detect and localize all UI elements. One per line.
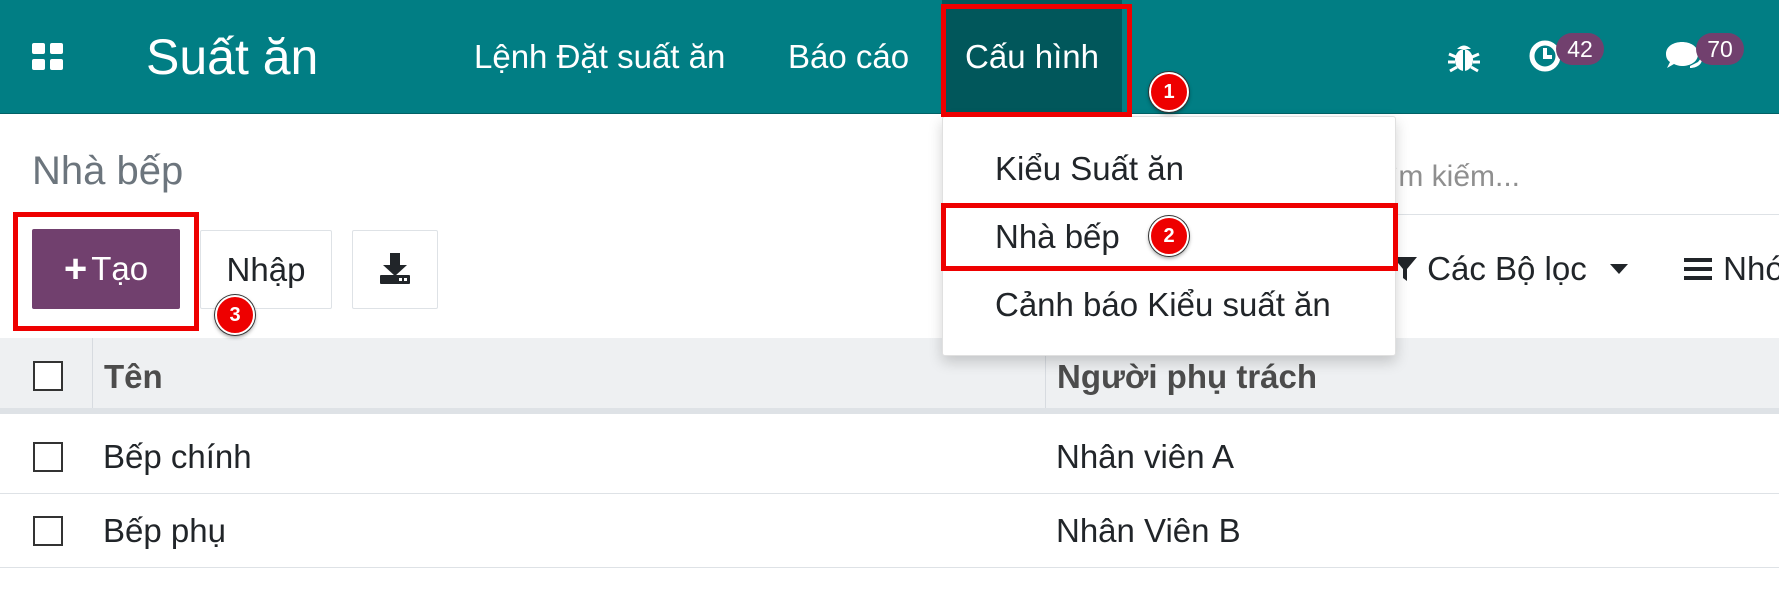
group-by-label: Nhó	[1723, 250, 1779, 287]
app-title: Suất ăn	[146, 29, 319, 85]
create-button-label: Tạo	[91, 249, 149, 287]
create-button[interactable]: + Tạo	[32, 229, 180, 309]
top-navbar: Suất ăn Lệnh Đặt suất ăn Báo cáo Cấu hìn…	[0, 0, 1779, 114]
page-title: Nhà bếp	[32, 149, 184, 193]
table-header	[0, 338, 1779, 414]
step-marker-3: 3	[215, 295, 255, 335]
menu-reports[interactable]: Báo cáo	[788, 0, 909, 113]
cell-name: Bếp phụ	[103, 512, 226, 549]
messages-count-badge: 70	[1696, 33, 1744, 65]
cell-owner: Nhân viên A	[1056, 438, 1234, 475]
caret-down-icon	[1609, 264, 1628, 274]
cell-name: Bếp chính	[103, 438, 252, 475]
cell-owner: Nhân Viên B	[1056, 512, 1241, 549]
group-by-button[interactable]: Nhó	[1684, 250, 1779, 288]
bug-icon[interactable]	[1447, 38, 1481, 79]
import-button[interactable]: Nhập	[200, 230, 332, 309]
menu-item-meal-type-alerts[interactable]: Cảnh báo Kiểu suất ăn	[943, 275, 1395, 335]
row-checkbox[interactable]	[33, 516, 63, 546]
bars-icon	[1684, 258, 1712, 280]
select-all-checkbox[interactable]	[33, 361, 63, 391]
column-header-owner[interactable]: Người phụ trách	[1057, 358, 1317, 396]
apps-grid-icon[interactable]	[32, 43, 64, 71]
menu-item-meal-types[interactable]: Kiểu Suất ăn	[943, 139, 1395, 199]
export-button[interactable]	[352, 230, 438, 309]
activity-count-badge: 42	[1556, 33, 1604, 65]
step-marker-2: 2	[1149, 216, 1189, 256]
search-input[interactable]: ìm kiếm...	[1390, 160, 1520, 194]
search-underline	[1390, 214, 1779, 215]
table-row[interactable]: Bếp phụ Nhân Viên B	[0, 494, 1779, 568]
filters-button[interactable]: Các Bộ lọc	[1392, 250, 1630, 288]
menu-orders[interactable]: Lệnh Đặt suất ăn	[474, 0, 725, 113]
row-checkbox[interactable]	[33, 442, 63, 472]
download-icon	[380, 253, 410, 284]
menu-config[interactable]: Cấu hình	[942, 0, 1122, 113]
filters-label: Các Bộ lọc	[1427, 250, 1587, 287]
plus-icon: +	[63, 246, 88, 291]
column-header-name[interactable]: Tên	[104, 358, 163, 396]
column-separator	[92, 338, 93, 408]
step-marker-1: 1	[1149, 72, 1189, 112]
table-row[interactable]: Bếp chính Nhân viên A	[0, 420, 1779, 494]
